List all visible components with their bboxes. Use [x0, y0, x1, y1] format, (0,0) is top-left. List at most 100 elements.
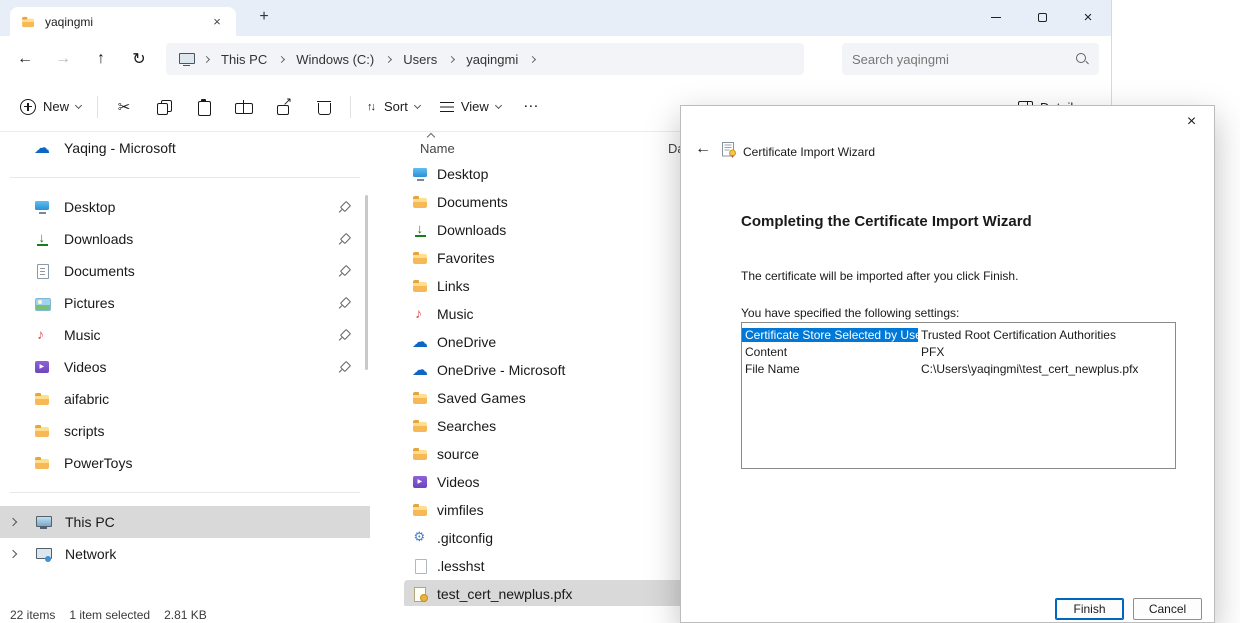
- sidebar-divider: [10, 492, 360, 493]
- folder-icon: [412, 250, 429, 266]
- sidebar-item-documents[interactable]: Documents: [6, 255, 364, 287]
- sidebar-item-network[interactable]: Network: [0, 538, 370, 570]
- tab-title: yaqingmi: [45, 15, 93, 29]
- gear-icon: [412, 530, 429, 546]
- sidebar-item-desktop[interactable]: Desktop: [6, 191, 364, 223]
- cancel-button[interactable]: Cancel: [1133, 598, 1202, 620]
- breadcrumb-item-yaqingmi[interactable]: yaqingmi: [459, 50, 525, 69]
- toolbar-divider: [97, 96, 98, 118]
- sidebar-item-label: scripts: [64, 423, 104, 439]
- settings-row-file-name[interactable]: File NameC:\Users\yaqingmi\test_cert_new…: [742, 360, 1175, 377]
- chevron-down-icon: [75, 101, 82, 108]
- explorer-tab[interactable]: yaqingmi ×: [10, 7, 236, 36]
- sidebar-item-powertoys[interactable]: PowerToys: [6, 447, 364, 479]
- sidebar-item-label: Documents: [64, 263, 135, 279]
- sidebar-item-label: Desktop: [64, 199, 115, 215]
- tab-bar: yaqingmi × + ×: [0, 0, 1111, 36]
- chevron-right-icon: [9, 550, 17, 558]
- file-name: Searches: [437, 418, 672, 434]
- settings-value: C:\Users\yaqingmi\test_cert_newplus.pfx: [918, 362, 1138, 376]
- finish-button[interactable]: Finish: [1055, 598, 1124, 620]
- search-icon[interactable]: [1075, 52, 1089, 66]
- file-name: OneDrive: [437, 334, 672, 350]
- cert-icon: [412, 586, 429, 602]
- chevron-right-icon: [203, 55, 210, 62]
- sidebar-item-pictures[interactable]: Pictures: [6, 287, 364, 319]
- window-controls: ×: [973, 0, 1111, 35]
- documents-icon: [34, 263, 51, 279]
- breadcrumb-item-users[interactable]: Users: [396, 50, 444, 69]
- share-button[interactable]: ↗: [264, 89, 304, 125]
- rename-icon: [235, 99, 253, 115]
- chevron-right-icon: [448, 55, 455, 62]
- chevron-right-icon: [385, 55, 392, 62]
- copy-button[interactable]: [144, 89, 184, 125]
- sidebar-item-this-pc[interactable]: This PC: [0, 506, 370, 538]
- file-name: vimfiles: [437, 502, 672, 518]
- sidebar-item-aifabric[interactable]: aifabric: [6, 383, 364, 415]
- music-icon: [34, 327, 51, 343]
- folder-icon: [34, 391, 51, 407]
- sidebar-tree-section: This PC Network: [0, 506, 370, 570]
- sidebar: Yaqing - Microsoft Desktop Downloads Docum…: [0, 132, 370, 606]
- pictures-icon: [34, 295, 51, 311]
- settings-row-certificate-store-selected-by-user[interactable]: Certificate Store Selected by UserTruste…: [742, 326, 1175, 343]
- more-button[interactable]: …: [511, 89, 551, 125]
- sort-button[interactable]: ↑↓ Sort: [357, 89, 430, 125]
- sidebar-item-music[interactable]: Music: [6, 319, 364, 351]
- sidebar-item-videos[interactable]: Videos: [6, 351, 364, 383]
- sort-icon: ↑↓: [367, 101, 377, 113]
- search-input[interactable]: [852, 52, 1075, 67]
- sidebar-item-scripts[interactable]: scripts: [6, 415, 364, 447]
- sidebar-folders-section: aifabric scripts PowerToys: [0, 383, 370, 479]
- forward-button[interactable]: →: [44, 42, 82, 76]
- pin-icon: [337, 297, 350, 310]
- file-name: OneDrive - Microsoft: [437, 362, 672, 378]
- this-pc-icon: [178, 52, 195, 66]
- file-name: test_cert_newplus.pfx: [437, 586, 672, 602]
- sidebar-item-label: Network: [65, 546, 116, 562]
- sidebar-pinned-section: Desktop Downloads Documents PicturesMusicVi…: [0, 191, 370, 383]
- breadcrumb-item-windows-c[interactable]: Windows (C:): [289, 50, 381, 69]
- back-button[interactable]: ←: [6, 42, 44, 76]
- view-button[interactable]: View: [430, 89, 511, 125]
- new-label: New: [43, 99, 69, 114]
- share-arrow-icon: ↗: [283, 97, 292, 108]
- dialog-close-button[interactable]: ×: [1169, 106, 1214, 138]
- tab-close-icon[interactable]: ×: [208, 14, 226, 29]
- view-label: View: [461, 99, 489, 114]
- dialog-back-button[interactable]: ←: [695, 140, 711, 158]
- minimize-button[interactable]: [973, 0, 1019, 35]
- cut-button[interactable]: ✂: [104, 89, 144, 125]
- sidebar-item-downloads[interactable]: Downloads: [6, 223, 364, 255]
- sidebar-item-label: Yaqing - Microsoft: [64, 140, 176, 156]
- up-button[interactable]: ↑: [82, 42, 120, 76]
- folder-icon: [34, 455, 51, 471]
- breadcrumb-item-this-pc[interactable]: This PC: [214, 50, 274, 69]
- file-name: Desktop: [437, 166, 672, 182]
- refresh-button[interactable]: ↻: [120, 42, 158, 76]
- settings-label: You have specified the following setting…: [741, 306, 959, 320]
- settings-key: File Name: [742, 362, 918, 376]
- delete-button[interactable]: [304, 89, 344, 125]
- pin-icon: [337, 233, 350, 246]
- share-icon: ↗: [276, 99, 292, 115]
- search-box: [842, 43, 1099, 75]
- new-tab-button[interactable]: +: [252, 7, 276, 29]
- close-button[interactable]: ×: [1065, 0, 1111, 35]
- dialog-title: Certificate Import Wizard: [743, 145, 875, 159]
- breadcrumb: This PC Windows (C:) Users yaqingmi: [166, 43, 804, 75]
- paste-button[interactable]: [184, 89, 224, 125]
- settings-row-content[interactable]: ContentPFX: [742, 343, 1175, 360]
- sidebar-item-onedrive[interactable]: Yaqing - Microsoft: [6, 132, 364, 164]
- sidebar-item-label: This PC: [65, 514, 115, 530]
- breadcrumb-items: This PC Windows (C:) Users yaqingmi: [214, 50, 540, 69]
- view-icon: [440, 101, 454, 113]
- sort-ascending-icon: [427, 133, 435, 141]
- desktop-icon: [34, 199, 51, 215]
- name-column-header[interactable]: Name: [420, 141, 455, 156]
- rename-button[interactable]: [224, 89, 264, 125]
- new-button[interactable]: New: [10, 89, 91, 125]
- maximize-button[interactable]: [1019, 0, 1065, 35]
- sidebar-scrollbar[interactable]: [365, 195, 368, 370]
